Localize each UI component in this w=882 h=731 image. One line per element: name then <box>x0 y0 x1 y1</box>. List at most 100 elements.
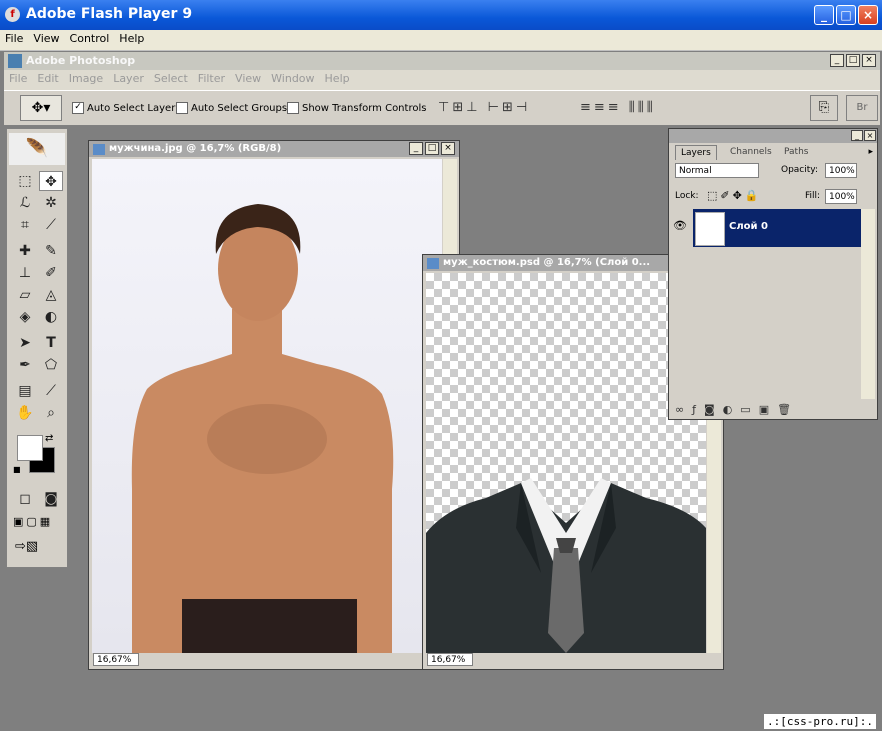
auto-select-groups-checkbox[interactable] <box>176 102 188 114</box>
history-brush-tool-icon[interactable]: ✐ <box>39 263 63 283</box>
feather-logo-icon[interactable]: 🪶 <box>9 133 65 165</box>
tab-channels[interactable]: Channels <box>725 145 777 159</box>
flash-title-bar: f Adobe Flash Player 9 _ □ × <box>0 0 882 30</box>
pen-tool-icon[interactable]: ✒ <box>13 355 37 375</box>
eraser-tool-icon[interactable]: ▱ <box>13 285 37 305</box>
layers-bottom-buttons[interactable]: ∞ƒ◙◐▭▣🗑 <box>675 403 799 416</box>
ps-menu-file[interactable]: File <box>4 70 32 88</box>
doc1-status-bar: 16,67% <box>91 653 457 667</box>
document-icon <box>93 144 105 155</box>
show-transform-controls-checkbox[interactable] <box>287 102 299 114</box>
ps-menu-image[interactable]: Image <box>64 70 108 88</box>
distribute-buttons-icon[interactable]: ≡≡≡ ⫼⫼⫼ <box>580 100 656 115</box>
suit-canvas-transparent[interactable] <box>426 273 706 653</box>
layer-thumbnail <box>695 212 725 246</box>
healing-brush-tool-icon[interactable]: ✚ <box>13 241 37 261</box>
crop-tool-icon[interactable]: ⌗ <box>13 215 37 235</box>
doc1-maximize-button[interactable]: □ <box>425 142 439 155</box>
move-tool-icon[interactable]: ✥ <box>39 171 63 191</box>
blend-mode-select[interactable]: Normal <box>675 163 759 178</box>
ps-close-button[interactable]: × <box>862 54 876 67</box>
magic-wand-tool-icon[interactable]: ✲ <box>39 193 63 213</box>
man-photo-canvas[interactable] <box>92 159 442 653</box>
flash-menu-bar: File View Control Help <box>0 30 882 51</box>
fill-input[interactable]: 100% <box>825 189 857 204</box>
photoshop-title: Adobe Photoshop <box>26 54 136 67</box>
layer-visibility-eye-icon[interactable]: 👁 <box>673 219 687 232</box>
opacity-input[interactable]: 100% <box>825 163 857 178</box>
bridge-button[interactable]: Br <box>846 95 878 121</box>
document-window-man: мужчина.jpg @ 16,7% (RGB/8) _ □ × 16,67% <box>88 140 460 670</box>
layers-minimize-button[interactable]: _ <box>851 130 863 141</box>
doc1-close-button[interactable]: × <box>441 142 455 155</box>
ps-menu-view[interactable]: View <box>230 70 266 88</box>
doc2-zoom-field[interactable]: 16,67% <box>427 653 473 666</box>
jump-to-imageready-icon[interactable]: ⇨▧ <box>15 539 38 554</box>
lock-label: Lock: <box>675 191 699 201</box>
auto-select-groups-option[interactable]: Auto Select Groups <box>176 102 287 114</box>
hand-tool-icon[interactable]: ✋ <box>13 403 37 423</box>
move-tool-preset-picker[interactable]: ✥▾ <box>20 95 62 121</box>
photoshop-icon <box>8 54 22 68</box>
auto-select-layer-option[interactable]: ✓ Auto Select Layer <box>72 102 175 114</box>
shape-tool-icon[interactable]: ⬠ <box>39 355 63 375</box>
ps-menu-edit[interactable]: Edit <box>32 70 63 88</box>
show-transform-controls-option[interactable]: Show Transform Controls <box>287 102 426 114</box>
menu-view[interactable]: View <box>28 30 64 48</box>
quick-mask-mode-icon[interactable]: ◙ <box>39 489 63 509</box>
file-browser-icon[interactable]: ⎘ <box>810 95 838 121</box>
ps-menu-select[interactable]: Select <box>149 70 193 88</box>
flash-window-title: Adobe Flash Player 9 <box>26 6 193 22</box>
align-buttons-icon[interactable]: ⊤⊞⊥ ⊢⊞⊣ <box>438 100 530 115</box>
menu-file[interactable]: File <box>0 30 28 48</box>
ps-minimize-button[interactable]: _ <box>830 54 844 67</box>
dodge-tool-icon[interactable]: ◐ <box>39 307 63 327</box>
document-icon <box>427 258 439 269</box>
menu-help[interactable]: Help <box>114 30 149 48</box>
slice-tool-icon[interactable]: ⟋ <box>39 215 63 235</box>
lock-icons[interactable]: ⬚✐✥🔒 <box>707 189 762 202</box>
watermark-text: .:[css-pro.ru]:. <box>764 714 876 729</box>
blur-tool-icon[interactable]: ◈ <box>13 307 37 327</box>
swap-colors-icon[interactable]: ⇄ <box>45 433 53 444</box>
doc1-zoom-field[interactable]: 16,67% <box>93 653 139 666</box>
tab-paths[interactable]: Paths <box>779 145 813 159</box>
path-selection-tool-icon[interactable]: ➤ <box>13 333 37 353</box>
tab-layers[interactable]: Layers <box>675 145 717 160</box>
default-colors-icon[interactable]: ■ <box>13 465 21 474</box>
clone-stamp-tool-icon[interactable]: ⊥ <box>13 263 37 283</box>
screen-mode-icons[interactable]: ▣▢▦ <box>13 515 53 528</box>
doc1-minimize-button[interactable]: _ <box>409 142 423 155</box>
close-button[interactable]: × <box>858 5 878 25</box>
lasso-tool-icon[interactable]: ℒ <box>13 193 37 213</box>
paint-bucket-tool-icon[interactable]: ◬ <box>39 285 63 305</box>
document-title: мужчина.jpg @ 16,7% (RGB/8) <box>89 141 459 157</box>
ps-menu-window[interactable]: Window <box>266 70 319 88</box>
layers-close-button[interactable]: × <box>864 130 876 141</box>
zoom-tool-icon[interactable]: ⌕ <box>39 403 63 423</box>
foreground-color-swatch[interactable] <box>17 435 43 461</box>
doc2-status-bar: 16,67% <box>425 653 721 667</box>
marquee-tool-icon[interactable]: ⬚ <box>13 171 37 191</box>
ps-menu-help[interactable]: Help <box>320 70 355 88</box>
eyedropper-tool-icon[interactable]: ⟋ <box>39 381 63 401</box>
ps-menu-layer[interactable]: Layer <box>108 70 149 88</box>
standard-mode-icon[interactable]: ◻ <box>13 489 37 509</box>
auto-select-layer-checkbox[interactable]: ✓ <box>72 102 84 114</box>
palette-menu-icon[interactable]: ▸ <box>868 147 873 157</box>
notes-tool-icon[interactable]: ▤ <box>13 381 37 401</box>
menu-control[interactable]: Control <box>65 30 115 48</box>
type-tool-icon[interactable]: T <box>39 333 63 353</box>
layer-name: Слой 0 <box>729 221 768 232</box>
photoshop-title-bar: Adobe Photoshop _ □ × <box>4 52 880 70</box>
layers-scrollbar[interactable] <box>861 209 875 399</box>
minimize-button[interactable]: _ <box>814 5 834 25</box>
layer-row-selected[interactable]: Слой 0 <box>693 209 861 247</box>
toolbox: 🪶 ⬚ ✥ ℒ ✲ ⌗ ⟋ ✚ ✎ ⊥ ✐ ▱ ◬ ◈ ◐ ➤ T ✒ ⬠ ▤ … <box>6 128 68 568</box>
ps-menu-filter[interactable]: Filter <box>193 70 230 88</box>
ps-maximize-button[interactable]: □ <box>846 54 860 67</box>
brush-tool-icon[interactable]: ✎ <box>39 241 63 261</box>
layers-palette: _ × Layers Channels Paths ▸ Normal Opaci… <box>668 128 878 420</box>
maximize-button[interactable]: □ <box>836 5 856 25</box>
fill-label: Fill: <box>805 191 821 201</box>
